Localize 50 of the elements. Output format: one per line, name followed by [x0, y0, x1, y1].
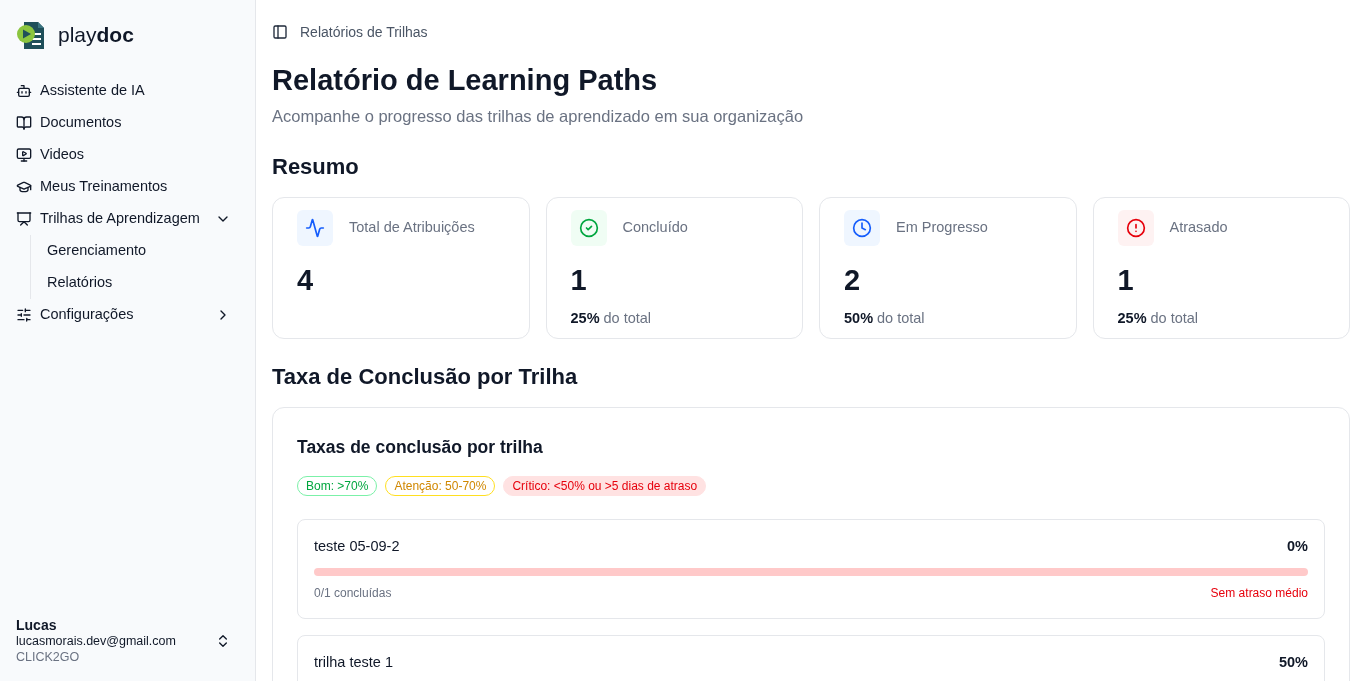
sliders-icon [16, 306, 32, 323]
stat-share-label: do total [603, 308, 652, 328]
track-percent: 50% [1278, 652, 1308, 672]
stat-value: 1 [1117, 262, 1135, 298]
stat-label: Concluído [622, 217, 688, 237]
stat-label: Atrasado [1169, 217, 1228, 237]
stat-label: Total de Atribuições [349, 217, 475, 237]
book-icon [16, 114, 32, 131]
legend-tag: Crítico: <50% ou >5 dias de atraso [503, 476, 707, 496]
track-percent: 0% [1287, 537, 1308, 556]
track-name: teste 05-09-2 [314, 537, 400, 556]
presentation-board-icon [16, 210, 32, 227]
stat-value: 2 [844, 262, 862, 298]
card-title: Taxas de conclusão por trilha [297, 435, 544, 459]
sidebar-item[interactable]: Documentos [8, 106, 247, 139]
stat-value: 4 [297, 262, 315, 298]
stat-label: Em Progresso [896, 217, 988, 237]
stat-share-label: do total [877, 308, 925, 328]
stat-value: 1 [570, 262, 588, 298]
sidebar-item[interactable]: Trilhas de Aprendizagem [8, 202, 247, 235]
activity-icon [297, 209, 333, 246]
page-subtitle: Acompanhe o progresso das trilhas de aprendizado em sua organização [272, 106, 805, 127]
track-completed-count: 0/1 concluídas [314, 584, 392, 602]
brand-name: playdoc [58, 22, 134, 48]
sidebar-toggle-icon[interactable] [272, 24, 288, 40]
legend-tag: Atenção: 50-70% [385, 476, 496, 496]
stat-share-label: do total [1150, 308, 1199, 328]
sidebar-item[interactable]: Videos [8, 138, 247, 171]
monitor-icon [16, 146, 32, 163]
robot-icon [16, 82, 32, 99]
organization-name: CLICK2GO [16, 649, 81, 665]
user-name: Lucas [16, 617, 58, 633]
clock-icon [844, 209, 880, 246]
sidebar-item[interactable]: Assistente de IA [8, 74, 247, 107]
sidebar-item[interactable]: Configurações [8, 298, 247, 331]
sidebar-subitem[interactable]: Gerenciamento [39, 234, 247, 267]
stat-share: 25% [1117, 308, 1147, 328]
page-title: Relatório de Learning Paths [272, 63, 659, 98]
breadcrumb: Relatórios de Trilhas [300, 22, 428, 42]
track-name: trilha teste 1 [314, 652, 393, 672]
stat-share: 50% [844, 308, 874, 328]
legend-tag: Bom: >70% [297, 476, 378, 496]
sidebar-subitem[interactable]: Relatórios [39, 266, 247, 299]
user-menu[interactable]: Lucas lucasmorais.dev@gmail.com CLICK2GO [8, 617, 247, 681]
user-email: lucasmorais.dev@gmail.com [16, 633, 177, 649]
stat-share: 25% [570, 308, 600, 328]
track-delay: Sem atraso médio [1210, 584, 1308, 602]
section-heading: Resumo [272, 152, 360, 181]
section-heading: Taxa de Conclusão por Trilha [272, 362, 579, 391]
sidebar-item[interactable]: Meus Treinamentos [8, 170, 247, 203]
